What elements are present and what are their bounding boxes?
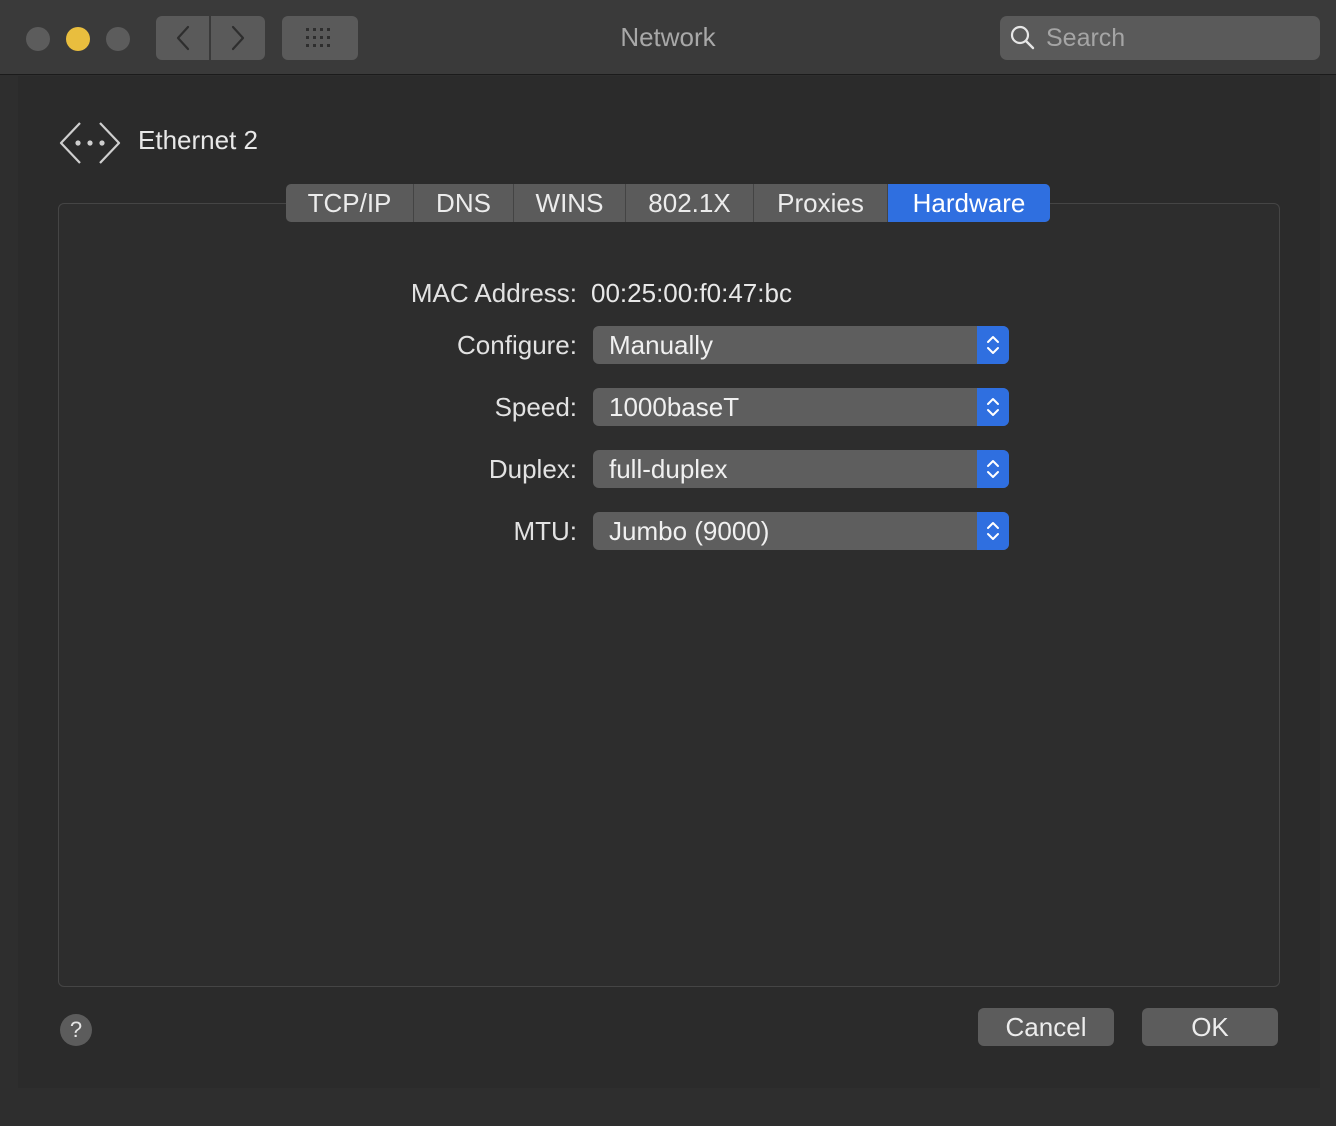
duplex-select[interactable]: full-duplex xyxy=(593,450,1009,488)
window-content: Ethernet 2 MAC Address: 00:25:00:f0:47:b… xyxy=(18,76,1320,1088)
mac-address-value: 00:25:00:f0:47:bc xyxy=(591,278,792,308)
tab-8021x[interactable]: 802.1X xyxy=(626,184,754,222)
ok-button[interactable]: OK xyxy=(1142,1008,1278,1046)
tab-tcpip[interactable]: TCP/IP xyxy=(286,184,414,222)
updown-arrows-icon xyxy=(977,326,1009,364)
duplex-label: Duplex: xyxy=(488,454,577,484)
updown-arrows-icon xyxy=(977,388,1009,426)
search-input[interactable] xyxy=(1044,22,1308,54)
mtu-select-value: Jumbo (9000) xyxy=(609,515,770,546)
title-bar: Network xyxy=(0,0,1336,75)
cancel-button[interactable]: Cancel xyxy=(978,1008,1114,1046)
speed-label: Speed: xyxy=(494,392,577,422)
speed-select[interactable]: 1000baseT xyxy=(593,388,1009,426)
ethernet-icon xyxy=(59,122,121,164)
interface-name: Ethernet 2 xyxy=(138,125,258,155)
mtu-label: MTU: xyxy=(513,516,577,546)
mac-address-label: MAC Address: xyxy=(410,278,577,308)
settings-panel: MAC Address: 00:25:00:f0:47:bc Configure… xyxy=(58,203,1280,987)
search-field[interactable] xyxy=(1000,16,1320,60)
configure-label: Configure: xyxy=(457,330,577,360)
tab-proxies[interactable]: Proxies xyxy=(754,184,888,222)
speed-select-value: 1000baseT xyxy=(609,391,740,422)
updown-arrows-icon xyxy=(977,512,1009,550)
duplex-select-value: full-duplex xyxy=(609,453,728,484)
search-icon xyxy=(1010,25,1035,50)
tab-hardware[interactable]: Hardware xyxy=(888,184,1050,222)
tab-dns[interactable]: DNS xyxy=(414,184,514,222)
tab-wins[interactable]: WINS xyxy=(514,184,626,222)
tab-bar: TCP/IP DNS WINS 802.1X Proxies Hardware xyxy=(286,184,1050,222)
configure-select[interactable]: Manually xyxy=(593,326,1009,364)
mtu-select[interactable]: Jumbo (9000) xyxy=(593,512,1009,550)
updown-arrows-icon xyxy=(977,450,1009,488)
configure-select-value: Manually xyxy=(609,329,714,360)
help-button[interactable]: ? xyxy=(60,1014,92,1046)
